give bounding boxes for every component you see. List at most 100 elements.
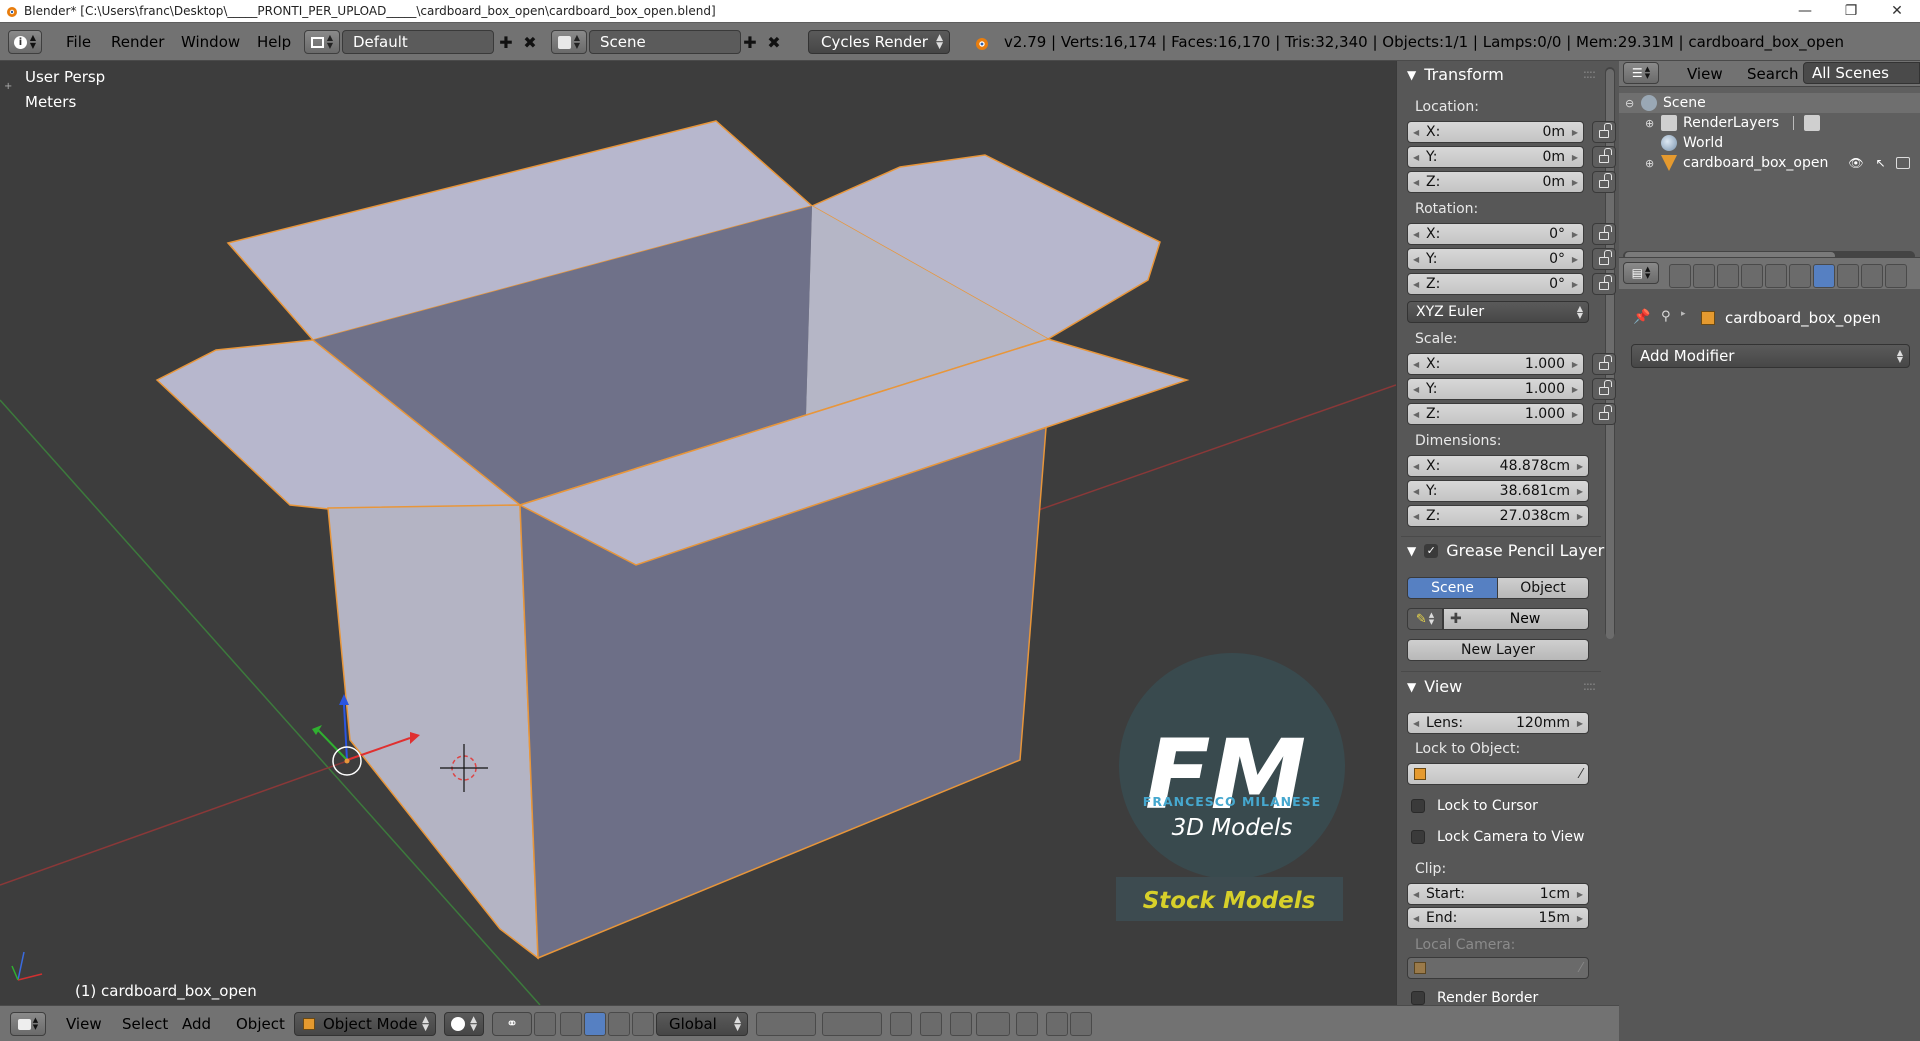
expand-icon[interactable]: ⊕ [1645,117,1659,130]
tab-object[interactable]: Object [1497,577,1589,599]
scale-z-field[interactable]: ◀ Z: 1.000 ▶ [1407,403,1584,425]
rotation-z-field[interactable]: ◀ Z: 0° ▶ [1407,273,1584,295]
lock-rotation-y-icon[interactable] [1592,248,1616,270]
lock-scale-x-icon[interactable] [1592,353,1616,375]
outliner-row-scene[interactable]: ⊖ Scene [1619,93,1920,113]
rotate-manipulator-icon[interactable] [584,1012,606,1036]
outliner-row-renderlayers[interactable]: ⊕ RenderLayers [1619,113,1920,133]
lock-scale-y-icon[interactable] [1592,378,1616,400]
location-y-field[interactable]: ◀ Y: 0m ▶ [1407,146,1584,168]
dimension-z-field[interactable]: ◀ Z: 27.038cm ▶ [1407,505,1589,527]
render-tab-icon[interactable] [1669,264,1691,288]
properties-editor-type-button[interactable]: ▤ ▲ ▼ [1623,262,1659,284]
expand-icon[interactable]: ⊕ [1645,157,1659,170]
lock-camera-to-view-checkbox[interactable]: Lock Camera to View [1411,829,1585,845]
outliner-editor-type-button[interactable]: ☰ ▲ ▼ [1623,62,1659,84]
location-z-field[interactable]: ◀ Z: 0m ▶ [1407,171,1584,193]
drag-grip-icon[interactable]: :::: [1583,67,1596,81]
transform-orientation-icon[interactable] [632,1012,654,1036]
add-scene-icon[interactable]: ✚ [738,30,762,54]
lock-scale-z-icon[interactable] [1592,403,1616,425]
render-layer-icon[interactable] [1804,115,1821,131]
snap-target-icon[interactable] [1016,1012,1038,1036]
remove-scene-icon[interactable]: ✖ [762,30,786,54]
snap-element-dropdown[interactable] [976,1012,1010,1036]
pivot-point-dropdown[interactable]: ⚭ [492,1012,532,1036]
collapse-icon[interactable]: ⊖ [1625,97,1639,110]
new-layer-button[interactable]: New Layer [1407,639,1589,661]
close-button[interactable]: ✕ [1874,3,1920,19]
editor-type-button[interactable]: i ▲ ▼ [8,30,42,54]
object-tab-icon[interactable] [1765,264,1787,288]
constraints-tab-icon[interactable] [1789,264,1811,288]
texture-tab-icon[interactable] [1885,264,1907,288]
pin-icon[interactable]: 📌 [1633,309,1650,325]
add-modifier-dropdown[interactable]: Add Modifier ▲ ▼ [1631,344,1910,368]
scale-x-field[interactable]: ◀ X: 1.000 ▶ [1407,353,1584,375]
world-tab-icon[interactable] [1741,264,1763,288]
3d-menu-object[interactable]: Object [236,1012,285,1036]
3d-viewport[interactable]: FM FRANCESCO MILANESE 3D Models Stock Mo… [0,61,1396,1005]
render-border-checkbox[interactable]: Render Border [1411,990,1538,1006]
cursor-selectable-icon[interactable]: ↖ [1876,156,1886,170]
grease-pencil-checkbox[interactable]: ✓ [1424,543,1439,558]
minimize-button[interactable]: — [1782,3,1828,19]
grease-pencil-browse-button[interactable]: ✎ ▲ ▼ [1407,608,1443,630]
screen-layout-browse-button[interactable]: ▲ ▼ [304,30,340,54]
tab-scene[interactable]: Scene [1407,577,1498,599]
clip-end-field[interactable]: ◀ End: 15m ▶ [1407,907,1589,929]
layers-grid-left[interactable] [756,1012,816,1036]
snap-toggle-icon[interactable] [950,1012,972,1036]
lock-location-z-icon[interactable] [1592,171,1616,193]
scale-manipulator-icon[interactable] [608,1012,630,1036]
layers-grid-right[interactable] [822,1012,882,1036]
lock-layers-icon[interactable] [890,1012,912,1036]
clip-start-field[interactable]: ◀ Start: 1cm ▶ [1407,883,1589,905]
manipulator-toggle-icon[interactable] [534,1012,556,1036]
menu-render[interactable]: Render [111,30,164,54]
3d-menu-view[interactable]: View [66,1012,102,1036]
3d-menu-add[interactable]: Add [182,1012,211,1036]
render-layers-tab-icon[interactable] [1693,264,1715,288]
toolshelf-toggle-icon[interactable]: + [4,81,12,92]
menu-file[interactable]: File [66,30,91,54]
lock-object-field[interactable]: ⁄ [1407,763,1589,785]
eyedropper-icon[interactable]: ⁄ [1580,767,1582,782]
transform-panel-header[interactable]: ▼ Transform [1407,65,1504,84]
outliner-menu-search[interactable]: Search [1747,65,1799,83]
menu-help[interactable]: Help [257,30,291,54]
dimension-x-field[interactable]: ◀ X: 48.878cm ▶ [1407,455,1589,477]
add-screen-icon[interactable]: ✚ [494,30,518,54]
outliner-menu-view[interactable]: View [1687,65,1723,83]
proportional-edit-icon[interactable] [920,1012,942,1036]
location-x-field[interactable]: ◀ X: 0m ▶ [1407,121,1584,143]
opengl-animation-icon[interactable] [1070,1012,1092,1036]
scale-y-field[interactable]: ◀ Y: 1.000 ▶ [1407,378,1584,400]
menu-window[interactable]: Window [181,30,240,54]
lock-location-x-icon[interactable] [1592,121,1616,143]
data-tab-icon[interactable] [1837,264,1859,288]
opengl-render-icon[interactable] [1046,1012,1068,1036]
outliner-display-mode-dropdown[interactable]: All Scenes [1803,62,1920,84]
lock-rotation-z-icon[interactable] [1592,273,1616,295]
viewport-shading-dropdown[interactable]: ▲ ▼ [444,1012,484,1036]
interaction-mode-dropdown[interactable]: Object Mode ▲ ▼ [294,1012,436,1036]
translate-manipulator-icon[interactable] [560,1012,582,1036]
lock-to-cursor-checkbox[interactable]: Lock to Cursor [1411,798,1538,814]
view-panel-header[interactable]: ▼ View [1407,677,1462,696]
transform-orientation-dropdown[interactable]: Global ▲ ▼ [656,1012,748,1036]
lens-field[interactable]: ◀ Lens: 120mm ▶ [1407,712,1589,734]
screen-layout-field[interactable]: Default [342,30,494,54]
lock-location-y-icon[interactable] [1592,146,1616,168]
scene-field[interactable]: Scene [589,30,741,54]
3d-view-editor-type-button[interactable]: ▲ ▼ [10,1012,46,1036]
outliner-row-world[interactable]: World [1619,133,1920,153]
rotation-x-field[interactable]: ◀ X: 0° ▶ [1407,223,1584,245]
material-tab-icon[interactable] [1861,264,1883,288]
grease-pencil-panel-header[interactable]: ▼ ✓ Grease Pencil Layer [1407,541,1604,560]
rotation-mode-dropdown[interactable]: XYZ Euler ▲ ▼ [1407,301,1589,323]
wrench-modifiers-tab-icon[interactable] [1813,264,1835,288]
camera-render-icon[interactable] [1895,157,1910,169]
3d-menu-select[interactable]: Select [122,1012,168,1036]
lock-rotation-x-icon[interactable] [1592,223,1616,245]
